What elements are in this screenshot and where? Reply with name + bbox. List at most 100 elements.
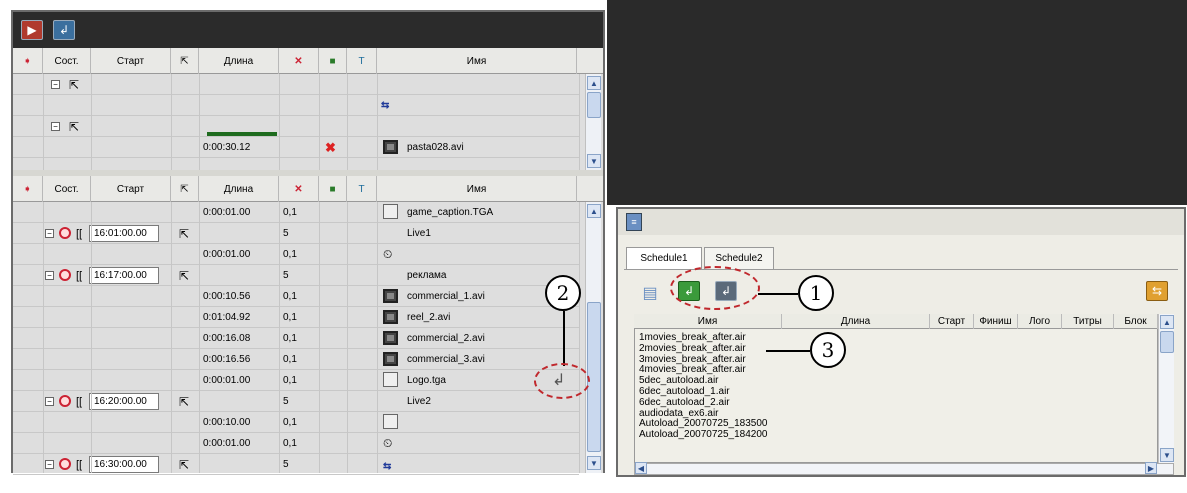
clip-name: commercial_1.avi xyxy=(407,291,485,302)
collapse-icon[interactable]: − xyxy=(51,80,60,89)
list-item[interactable]: 1movies_break_after.air xyxy=(639,332,746,344)
list-col-start[interactable]: Старт xyxy=(930,314,974,329)
shuffle-icon: ✕ xyxy=(279,48,319,74)
insert-return-button[interactable]: ↲ xyxy=(53,20,75,40)
list-item[interactable]: 6dec_autoload_1.air xyxy=(639,386,730,398)
swap-icon[interactable]: ⇆ xyxy=(1146,281,1168,301)
start-time-field[interactable]: 16:01:00.00 xyxy=(89,225,159,242)
table-row[interactable]: 0:00:16.56 0,1 commercial_3.avi xyxy=(13,349,579,370)
scroll-up-icon[interactable]: ▲ xyxy=(1160,315,1174,329)
scroll-up-icon[interactable]: ▲ xyxy=(587,76,601,90)
start-time-field[interactable]: 16:20:00.00 xyxy=(89,393,159,410)
col-start[interactable]: Старт xyxy=(91,176,171,202)
callout-3-line xyxy=(766,350,810,352)
scroll-down-icon[interactable]: ▼ xyxy=(587,154,601,168)
collapse-icon[interactable]: − xyxy=(45,229,54,238)
clip-length: 0:01:04.92 xyxy=(203,312,251,323)
table-row[interactable]: 0:01:04.92 0,1 reel_2.avi xyxy=(13,307,579,328)
clip-length: 0:00:10.56 xyxy=(203,291,251,302)
collapse-icon[interactable]: − xyxy=(45,460,54,469)
arrow-icon: ➧ xyxy=(13,48,43,74)
branch-icon: ⇱ xyxy=(179,394,190,409)
table-row[interactable]: − ⇱ xyxy=(13,74,579,95)
list-scrollbar[interactable]: ▲ ▼ xyxy=(1158,314,1174,464)
clip-length: 0:00:01.00 xyxy=(203,375,251,386)
list-item[interactable]: Autoload_20070725_184200 xyxy=(639,430,767,441)
clip-length: 0:00:01.00 xyxy=(203,249,251,260)
col-length[interactable]: Длина xyxy=(199,48,279,74)
clock-icon xyxy=(59,227,71,239)
clip-value: 0,1 xyxy=(283,312,297,323)
collapse-icon[interactable]: − xyxy=(45,397,54,406)
clock-icon xyxy=(59,269,71,281)
scroll-down-icon[interactable]: ▼ xyxy=(1160,448,1174,462)
bottom-scrollbar[interactable]: ▲ ▼ xyxy=(585,202,601,473)
list-col-name[interactable]: Имя xyxy=(634,314,782,329)
col-start[interactable]: Старт xyxy=(91,48,171,74)
col-state[interactable]: Сост. xyxy=(43,48,91,74)
collapse-icon[interactable]: − xyxy=(51,122,60,131)
table-row[interactable]: 0:00:30.12 ✖ pasta028.avi xyxy=(13,137,579,158)
branch-icon: ⇱ xyxy=(179,268,190,283)
list-col-logo[interactable]: Лого xyxy=(1018,314,1062,329)
clip-name: game_caption.TGA xyxy=(407,207,494,218)
col-state[interactable]: Сост. xyxy=(43,176,91,202)
scroll-right-icon[interactable]: ▶ xyxy=(1145,462,1157,474)
clip-name: реклама xyxy=(407,270,447,281)
list-item[interactable]: 2movies_break_after.air xyxy=(639,343,746,355)
table-row[interactable]: 0:00:01.00 0,1 Logo.tga xyxy=(13,370,579,391)
table-row[interactable]: 0:00:01.00 0,1 game_caption.TGA xyxy=(13,202,579,223)
table-row[interactable]: 0:00:10.00 0,1 xyxy=(13,412,579,433)
table-row[interactable]: − [[16:20:00.00 ⇱ 5 Live2 xyxy=(13,391,579,412)
bracket-icon: [[ xyxy=(76,395,83,408)
table-row[interactable]: 0:00:01.00 0,1 ⏲ xyxy=(13,244,579,265)
scroll-thumb[interactable] xyxy=(1160,331,1174,353)
start-time-field[interactable]: 16:17:00.00 xyxy=(89,267,159,284)
top-scrollbar[interactable]: ▲ ▼ xyxy=(585,74,601,170)
clip-length: 0:00:01.00 xyxy=(203,438,251,449)
list-h-scrollbar[interactable]: ◀ ▶ xyxy=(634,462,1174,475)
table-row[interactable]: − [[16:17:00.00 ⇱ 5 реклама xyxy=(13,265,579,286)
delete-icon[interactable]: ✖ xyxy=(325,137,336,158)
clip-value: 0,1 xyxy=(283,438,297,449)
scroll-down-icon[interactable]: ▼ xyxy=(587,456,601,470)
table-row[interactable]: ⇆ xyxy=(13,95,579,116)
list-col-block[interactable]: Блок xyxy=(1114,314,1158,329)
screenshot-canvas: ▶ ↲ ➧ Сост. Старт ⇱ Длина ✕ ■ T Имя − ⇱ … xyxy=(0,0,1187,493)
collapse-icon[interactable]: − xyxy=(45,271,54,280)
list-col-titles[interactable]: Титры xyxy=(1062,314,1114,329)
document-icon[interactable]: ≡ xyxy=(626,213,642,231)
image-icon xyxy=(383,204,398,219)
list-col-length[interactable]: Длина xyxy=(782,314,930,329)
list-item[interactable]: 6dec_autoload_2.air xyxy=(639,397,730,409)
callout-2-line xyxy=(563,311,565,366)
schedule-titlebar: ≡ xyxy=(618,209,1184,235)
col-name[interactable]: Имя xyxy=(377,48,577,74)
transition-icon: ⇆ xyxy=(381,100,390,111)
branch-icon: ⇱ xyxy=(171,48,199,74)
start-time-field[interactable]: 16:30:00.00 xyxy=(89,456,159,473)
table-row[interactable]: − [[16:30:00.00 ⇱ 5 xyxy=(13,454,579,475)
progress-bar xyxy=(207,132,277,136)
col-length[interactable]: Длина xyxy=(199,176,279,202)
scroll-left-icon[interactable]: ◀ xyxy=(635,462,647,474)
return-icon[interactable]: ↲ xyxy=(552,370,565,390)
branch-icon: ⇱ xyxy=(69,119,80,134)
table-row[interactable]: 0:00:01.00 0,1 ⏲ xyxy=(13,433,579,454)
clip-name: commercial_2.avi xyxy=(407,333,485,344)
scroll-thumb[interactable] xyxy=(587,92,601,118)
table-row[interactable]: − ⇱ xyxy=(13,116,579,137)
table-row[interactable]: 0:00:16.08 0,1 commercial_2.avi xyxy=(13,328,579,349)
callout-3: 3 xyxy=(810,332,846,368)
table-row[interactable]: 0:00:10.56 0,1 commercial_1.avi xyxy=(13,286,579,307)
table-row[interactable]: − [[16:01:00.00 ⇱ 5 Live1 xyxy=(13,223,579,244)
scroll-up-icon[interactable]: ▲ xyxy=(587,204,601,218)
film-icon xyxy=(383,289,398,303)
clip-name: commercial_3.avi xyxy=(407,354,485,365)
tab-schedule1[interactable]: Schedule1 xyxy=(626,247,702,269)
document-icon[interactable]: ▤ xyxy=(642,283,658,303)
clip-name: Logo.tga xyxy=(407,375,446,386)
list-col-finish[interactable]: Финиш xyxy=(974,314,1018,329)
play-arrow-button[interactable]: ▶ xyxy=(21,20,43,40)
col-name[interactable]: Имя xyxy=(377,176,577,202)
